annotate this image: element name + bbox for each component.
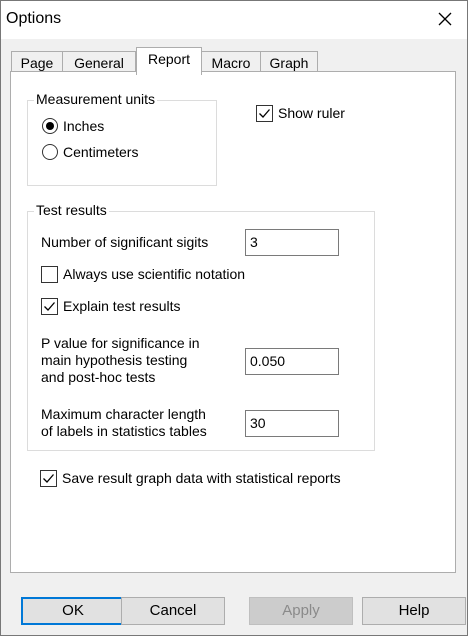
save-graph-data-checkbox[interactable] xyxy=(40,470,57,487)
significant-digits-input[interactable]: 3 xyxy=(245,229,339,256)
checkmark-icon xyxy=(43,474,54,483)
measurement-units-group: Measurement units Inches Centimeters xyxy=(27,91,217,186)
window-title: Options xyxy=(6,10,62,27)
radio-selected-dot xyxy=(46,122,54,130)
show-ruler-label: Show ruler xyxy=(278,105,345,121)
show-ruler-checkbox[interactable] xyxy=(256,105,273,122)
help-button[interactable]: Help xyxy=(362,597,466,625)
p-value-label-line-3: and post-hoc tests xyxy=(41,369,156,385)
close-button[interactable] xyxy=(425,3,465,35)
title-bar: Options xyxy=(1,1,467,39)
save-graph-data-label: Save result graph data with statistical … xyxy=(62,470,341,486)
scientific-notation-label: Always use scientific notation xyxy=(63,266,246,282)
explain-results-checkbox[interactable] xyxy=(41,298,58,315)
p-value-input[interactable]: 0.050 xyxy=(245,348,339,375)
significant-digits-label: Number of significant sigits xyxy=(41,234,209,250)
close-icon xyxy=(438,12,452,26)
tab-report[interactable]: Report xyxy=(136,47,202,75)
explain-results-label: Explain test results xyxy=(63,298,181,314)
centimeters-label: Centimeters xyxy=(63,144,139,160)
test-results-group: Test results Number of significant sigit… xyxy=(27,202,375,451)
scientific-notation-checkbox[interactable] xyxy=(41,266,58,283)
checkmark-icon xyxy=(259,109,270,118)
p-value-label-line-1: P value for significance in xyxy=(41,335,200,351)
apply-button[interactable]: Apply xyxy=(249,597,353,625)
max-label-length-input[interactable]: 30 xyxy=(245,410,339,437)
report-tab-panel: Measurement units Inches Centimeters Sho… xyxy=(10,71,456,573)
max-label-length-label-line-2: of labels in statistics tables xyxy=(41,423,207,439)
centimeters-radio[interactable] xyxy=(42,144,58,160)
checkmark-icon xyxy=(44,302,55,311)
p-value-label-line-2: main hypothesis testing xyxy=(41,352,188,368)
max-label-length-label-line-1: Maximum character length xyxy=(41,406,206,422)
inches-label: Inches xyxy=(63,118,105,134)
ok-button[interactable]: OK xyxy=(21,597,125,625)
measurement-units-label: Measurement units xyxy=(34,91,158,107)
test-results-label: Test results xyxy=(34,202,109,218)
cancel-button[interactable]: Cancel xyxy=(121,597,225,625)
inches-radio[interactable] xyxy=(42,118,58,134)
